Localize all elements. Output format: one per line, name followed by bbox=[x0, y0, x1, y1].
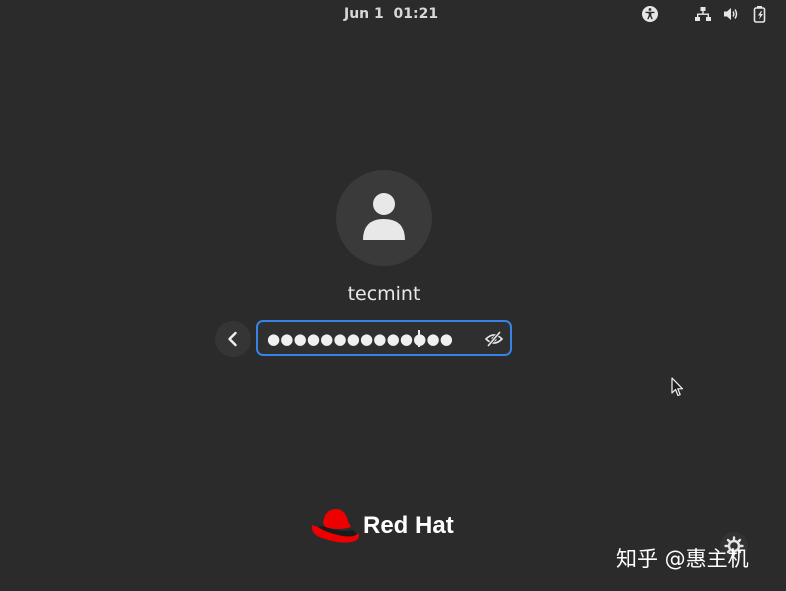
person-icon bbox=[363, 193, 405, 240]
mouse-pointer-icon bbox=[671, 377, 684, 397]
accessibility-icon[interactable] bbox=[641, 5, 659, 23]
volume-icon[interactable] bbox=[722, 5, 740, 23]
password-input[interactable]: ●●●●●●●●●●●●●● bbox=[256, 320, 512, 356]
clock[interactable]: Jun 1 01:21 bbox=[344, 6, 438, 22]
watermark-text: 知乎 @惠主机 bbox=[616, 547, 749, 571]
password-masked-value: ●●●●●●●●●●●●●● bbox=[267, 330, 454, 348]
red-hat-logo: Red Hat bbox=[309, 505, 469, 549]
network-wired-icon[interactable] bbox=[694, 5, 712, 23]
text-caret bbox=[418, 330, 420, 347]
login-screen: Jun 1 01:21 tecmint ●●●●●●●●●●●●●● Red H… bbox=[0, 0, 786, 591]
eye-hidden-icon[interactable] bbox=[484, 330, 504, 348]
battery-charging-icon[interactable] bbox=[751, 5, 769, 23]
back-button[interactable] bbox=[215, 321, 251, 357]
username-label: tecmint bbox=[347, 283, 421, 305]
chevron-left-icon bbox=[228, 331, 237, 347]
logo-wordmark: Red Hat bbox=[363, 512, 454, 539]
top-bar: Jun 1 01:21 bbox=[0, 0, 786, 28]
red-hat-fedora-icon bbox=[311, 509, 359, 543]
user-avatar[interactable] bbox=[336, 170, 432, 266]
